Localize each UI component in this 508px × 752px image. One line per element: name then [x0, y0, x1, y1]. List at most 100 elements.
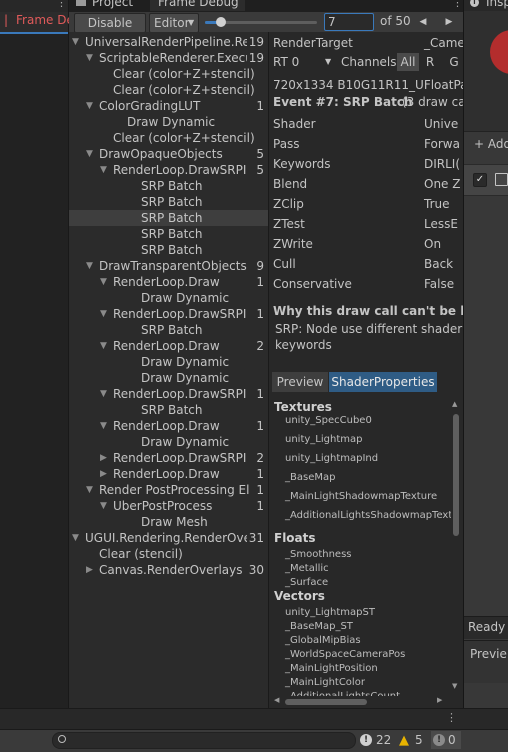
- console-menu-icon[interactable]: ⋮: [446, 711, 457, 724]
- state-property-value: Forwa: [424, 137, 460, 151]
- tree-row[interactable]: ▶ RenderLoop.Draw 1: [69, 466, 268, 482]
- left-panel: [0, 0, 69, 708]
- tree-row[interactable]: SRP Batch: [69, 194, 268, 210]
- tree-row[interactable]: ▼ RenderLoop.DrawSRPI 1: [69, 386, 268, 402]
- console-search-field[interactable]: [52, 732, 356, 749]
- scroll-left-icon[interactable]: ◀: [274, 696, 279, 704]
- ready-label: Ready: [468, 620, 506, 634]
- inspector-tab[interactable]: i Insp: [464, 0, 508, 11]
- expand-arrow-icon[interactable]: ▼: [72, 34, 79, 50]
- tree-row[interactable]: Draw Dynamic: [69, 354, 268, 370]
- expand-arrow-icon[interactable]: ▼: [72, 530, 79, 546]
- tree-row-label: SRP Batch: [141, 179, 203, 193]
- tree-row[interactable]: Draw Dynamic: [69, 434, 268, 450]
- tree-row[interactable]: ▼ RenderLoop.DrawSRPI 5: [69, 162, 268, 178]
- scroll-up-icon[interactable]: ▲: [452, 400, 457, 408]
- expand-arrow-icon[interactable]: ▼: [100, 306, 107, 322]
- tree-row[interactable]: SRP Batch: [69, 322, 268, 338]
- channel-all-button[interactable]: All: [397, 53, 419, 71]
- tree-row[interactable]: ▼ RenderLoop.Draw 1: [69, 418, 268, 434]
- tree-row[interactable]: Draw Dynamic: [69, 370, 268, 386]
- chevron-down-icon: ▼: [188, 18, 195, 27]
- tree-row[interactable]: SRP Batch: [69, 210, 268, 226]
- tree-row[interactable]: ▼ DrawTransparentObjects 9: [69, 258, 268, 274]
- expand-arrow-icon[interactable]: ▼: [100, 386, 107, 402]
- tree-row[interactable]: ▼ UberPostProcess 1: [69, 498, 268, 514]
- prev-event-button[interactable]: ◀: [412, 13, 434, 31]
- tree-row[interactable]: SRP Batch: [69, 178, 268, 194]
- expand-arrow-icon[interactable]: ▼: [100, 498, 107, 514]
- tree-row[interactable]: Clear (color+Z+stencil): [69, 66, 268, 82]
- expand-arrow-icon[interactable]: ▼: [86, 146, 93, 162]
- editor-dropdown-label: Editor: [154, 16, 190, 30]
- event-slider-thumb[interactable]: [216, 17, 226, 27]
- folder-icon: [76, 0, 86, 6]
- tree-row[interactable]: Draw Dynamic: [69, 290, 268, 306]
- tab-shader-properties[interactable]: ShaderProperties: [329, 372, 437, 392]
- event-index-field[interactable]: 7: [324, 13, 374, 31]
- tree-row[interactable]: SRP Batch: [69, 226, 268, 242]
- expand-arrow-icon[interactable]: ▼: [100, 274, 107, 290]
- rt-dropdown[interactable]: RT 0 ▼: [269, 53, 335, 71]
- tree-row[interactable]: ▶ RenderLoop.DrawSRPI 2: [69, 450, 268, 466]
- left-tab-menu-icon[interactable]: ⋮: [56, 0, 67, 9]
- frame-debug-menu-icon[interactable]: ⋮: [452, 0, 463, 9]
- tree-row[interactable]: ▼ RenderLoop.Draw 1: [69, 274, 268, 290]
- expand-arrow-icon[interactable]: ▼: [86, 50, 93, 66]
- preview-bar[interactable]: Previe: [464, 640, 508, 683]
- expand-arrow-icon[interactable]: ▼: [86, 98, 93, 114]
- chevron-down-icon: ▼: [325, 57, 332, 66]
- tree-row[interactable]: Clear (color+Z+stencil): [69, 130, 268, 146]
- tab-frame-debug[interactable]: Frame Debug: [150, 0, 245, 11]
- tree-row-count: 19: [246, 34, 264, 50]
- tree-row[interactable]: Clear (stencil): [69, 546, 268, 562]
- collapse-arrow-icon[interactable]: ▶: [100, 450, 107, 466]
- tree-row[interactable]: ▶ Canvas.RenderOverlays 30: [69, 562, 268, 578]
- expand-arrow-icon[interactable]: ▼: [86, 258, 93, 274]
- expand-arrow-icon[interactable]: ▼: [100, 338, 107, 354]
- tree-row[interactable]: Draw Dynamic: [69, 114, 268, 130]
- scroll-right-icon[interactable]: ▶: [437, 696, 442, 704]
- channel-r-button[interactable]: R: [421, 53, 439, 71]
- tree-row[interactable]: ▼ RenderLoop.Draw 2: [69, 338, 268, 354]
- tree-row[interactable]: Clear (color+Z+stencil): [69, 82, 268, 98]
- component-enabled-checkbox[interactable]: ✓: [473, 173, 487, 187]
- tree-row[interactable]: SRP Batch: [69, 402, 268, 418]
- tree-row[interactable]: ▼ UniversalRenderPipeline.Ren 19: [69, 34, 268, 50]
- tab-preview[interactable]: Preview: [272, 372, 328, 392]
- disable-button[interactable]: Disable: [74, 13, 146, 33]
- state-property-row: Blend One Z: [273, 174, 463, 194]
- render-target-value[interactable]: _Came: [424, 36, 463, 50]
- left-tab[interactable]: | Frame De: [0, 12, 74, 34]
- errors-toggle[interactable]: ! 0: [431, 731, 461, 749]
- expand-arrow-icon[interactable]: ▼: [100, 418, 107, 434]
- channel-g-button[interactable]: G: [445, 53, 463, 71]
- add-component-button[interactable]: + Add: [474, 137, 508, 151]
- collapse-arrow-icon[interactable]: ▶: [86, 562, 93, 578]
- hscroll-thumb[interactable]: [285, 699, 367, 705]
- next-event-button[interactable]: ▶: [438, 13, 460, 31]
- tree-row[interactable]: ▼ RenderLoop.DrawSRPI 1: [69, 306, 268, 322]
- floats-title: Floats: [274, 531, 316, 545]
- horizontal-scrollbar[interactable]: ◀ ▶: [269, 696, 449, 708]
- tree-row[interactable]: ▼ DrawOpaqueObjects 5: [69, 146, 268, 162]
- tree-row[interactable]: ▼ ColorGradingLUT 1: [69, 98, 268, 114]
- expand-arrow-icon[interactable]: ▼: [86, 482, 93, 498]
- collapse-arrow-icon[interactable]: ▶: [100, 466, 107, 482]
- event-tree: ▼ UniversalRenderPipeline.Ren 19 ▼ Scriptabl…: [69, 32, 268, 708]
- tree-row[interactable]: ▼ UGUI.Rendering.RenderOverl 31: [69, 530, 268, 546]
- tree-row[interactable]: ▼ ScriptableRenderer.Execut 19: [69, 50, 268, 66]
- scroll-down-icon[interactable]: ▼: [452, 682, 457, 690]
- tree-row-label: RenderLoop.DrawSRPI: [113, 163, 247, 177]
- tree-row[interactable]: Draw Mesh: [69, 514, 268, 530]
- expand-arrow-icon[interactable]: ▼: [100, 162, 107, 178]
- tree-row-label: SRP Batch: [141, 403, 203, 417]
- state-property-name: ZTest: [273, 217, 305, 231]
- tree-row[interactable]: SRP Batch: [69, 242, 268, 258]
- event-slider[interactable]: [205, 17, 317, 27]
- scroll-thumb[interactable]: [453, 414, 459, 536]
- tree-row[interactable]: ▼ Render PostProcessing El 1: [69, 482, 268, 498]
- editor-dropdown[interactable]: Editor ▼: [149, 13, 199, 33]
- vertical-scrollbar[interactable]: ▲ ▼: [451, 400, 461, 690]
- float-item: _Metallic: [285, 563, 329, 574]
